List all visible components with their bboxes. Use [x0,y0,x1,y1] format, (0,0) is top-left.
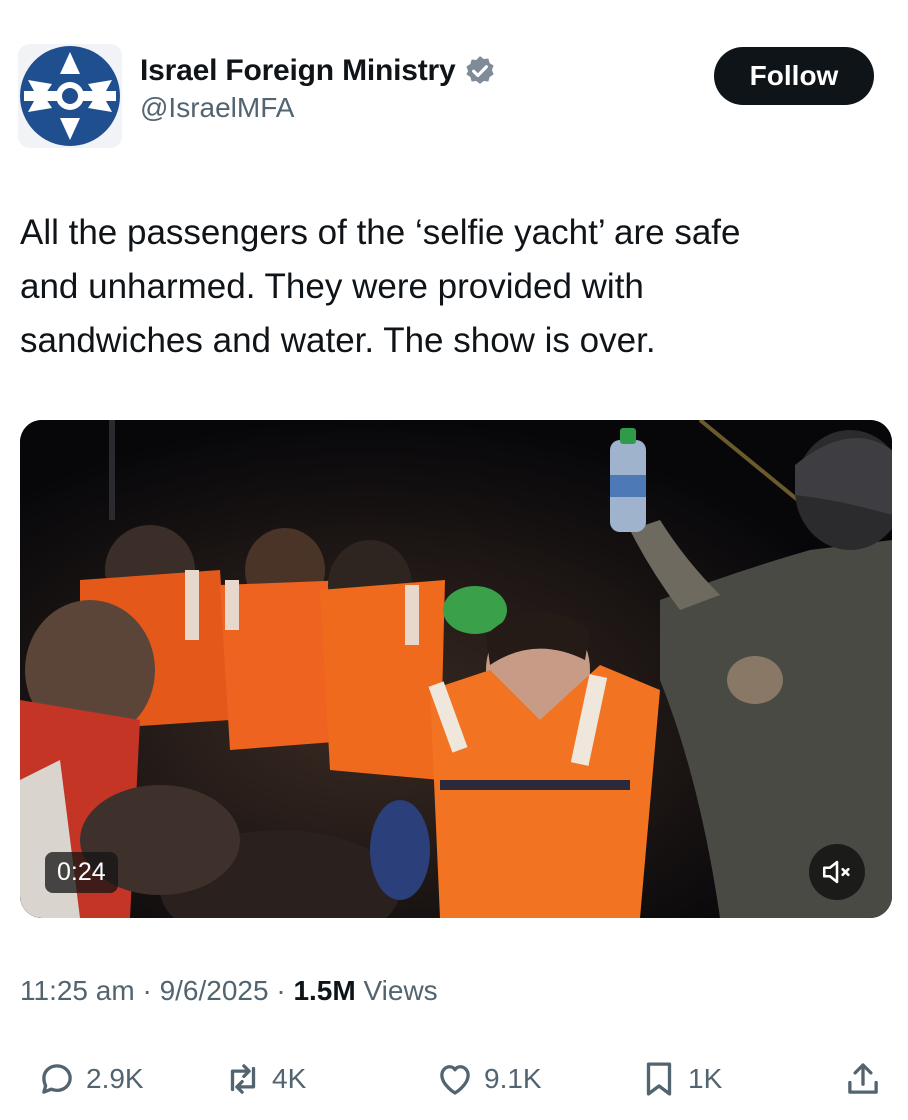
like-button[interactable]: 9.1K [434,1058,542,1100]
bookmark-icon [646,1062,672,1096]
video-duration: 0:24 [45,852,118,893]
bookmark-button[interactable]: 1K [638,1058,722,1100]
tweet-text: All the passengers of the ‘selfie yacht’… [20,213,741,360]
views-count: 1.5M [293,975,356,1006]
video-frame [20,420,892,918]
video-player[interactable]: 0:24 [20,420,892,918]
tweet-header: Israel Foreign Ministry @IsraelMFA Follo… [0,0,908,170]
reply-icon [42,1064,72,1094]
views-label: Views [363,975,438,1006]
tweet-meta: 11:25 am · 9/6/2025 · 1.5M Views [20,975,438,1007]
heart-icon [440,1065,470,1095]
action-bar: 2.9K 4K 9.1K 1K [0,1050,908,1110]
account-info: Israel Foreign Ministry @IsraelMFA [140,54,497,124]
tweet-date[interactable]: 9/6/2025 [160,975,269,1006]
share-icon [848,1063,878,1094]
meta-separator: · [276,975,286,1006]
avatar[interactable] [18,44,122,148]
tweet-time[interactable]: 11:25 am [20,975,135,1006]
mute-button[interactable] [809,844,865,900]
repost-button[interactable]: 4K [222,1058,306,1100]
israel-mfa-logo-icon [20,46,120,146]
reply-button[interactable]: 2.9K [36,1058,144,1100]
repost-icon [230,1064,256,1094]
muted-speaker-icon [822,860,850,884]
meta-separator: · [142,975,152,1006]
handle[interactable]: @IsraelMFA [140,92,497,124]
repost-count: 4K [272,1063,307,1094]
follow-button[interactable]: Follow [714,47,874,105]
share-button[interactable] [842,1058,884,1100]
like-count: 9.1K [484,1063,542,1094]
display-name[interactable]: Israel Foreign Ministry [140,54,456,88]
verified-badge-icon [466,56,495,84]
bookmark-count: 1K [688,1063,723,1094]
reply-count: 2.9K [86,1063,144,1094]
